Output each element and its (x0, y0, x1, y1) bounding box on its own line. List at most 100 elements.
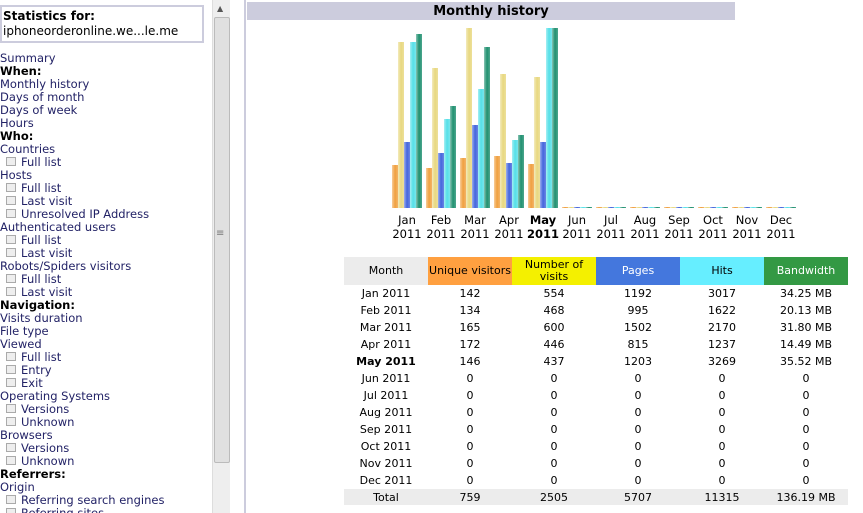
submenu-icon (6, 508, 16, 513)
month-year: 2011 (494, 227, 524, 241)
submenu-icon (6, 274, 16, 283)
bar-bandwidth-jun (586, 207, 592, 208)
cell-h: 0 (718, 423, 726, 436)
table-row: Mar 2011 165 600 1502 2170 31.80 MB (344, 319, 848, 336)
cell-u: 172 (459, 338, 481, 351)
cell-p: 0 (634, 474, 642, 487)
month-label: Jun 2011 (560, 213, 594, 241)
cell-v: 0 (550, 457, 558, 470)
column-header: Hits (680, 257, 764, 285)
sidebar-item-label: Full list (21, 350, 62, 364)
cell-u: 165 (459, 321, 481, 334)
month-name: Oct (703, 213, 723, 227)
cell-p: 0 (634, 457, 642, 470)
table-row: Oct 2011 0 0 0 0 0 (344, 438, 848, 455)
cell-month: Apr 2011 (360, 338, 412, 351)
cell-p: 0 (634, 423, 642, 436)
month-year: 2011 (392, 227, 422, 241)
table-row: Sep 2011 0 0 0 0 0 (344, 421, 848, 438)
table-row: Jan 2011 142 554 1192 3017 34.25 MB (344, 285, 848, 302)
cell-p: 1203 (624, 355, 652, 368)
sidebar-item-label: Unknown (21, 415, 75, 429)
cell-v: 0 (550, 406, 558, 419)
month-name: Dec (769, 213, 793, 227)
bar-bandwidth-sep (688, 207, 694, 208)
month-year: 2011 (766, 227, 796, 241)
month-name: May (529, 213, 557, 227)
month-label: Oct 2011 (696, 213, 730, 241)
cell-h: 0 (718, 474, 726, 487)
sidebar-item-label: Visits duration (0, 311, 83, 325)
column-header: Bandwidth (764, 257, 848, 285)
cell-h: 0 (718, 457, 726, 470)
table-row: Apr 2011 172 446 815 1237 14.49 MB (344, 336, 848, 353)
sidebar-item-label: Operating Systems (0, 389, 111, 403)
sidebar-item-label: Unknown (21, 454, 75, 468)
cell-month: Oct 2011 (360, 440, 412, 453)
cell-bwt: 0 (802, 389, 810, 402)
table-row: Dec 2011 0 0 0 0 0 (344, 472, 848, 489)
table-row: Aug 2011 0 0 0 0 0 (344, 404, 848, 421)
month-name: Apr (499, 213, 519, 227)
cell-p: 995 (627, 304, 649, 317)
cell-p: 1502 (624, 321, 652, 334)
column-header: Month (344, 257, 428, 285)
total-bw: 136.19 MB (764, 489, 848, 505)
bar-bandwidth-aug (654, 207, 660, 208)
sidebar-item-label: Navigation: (0, 298, 75, 312)
sidebar-item-label: Referring sites (21, 506, 105, 513)
cell-v: 600 (543, 321, 565, 334)
cell-bwt: 0 (802, 457, 810, 470)
cell-u: 0 (466, 389, 474, 402)
cell-month: Sep 2011 (359, 423, 413, 436)
month-label: Mar 2011 (458, 213, 492, 241)
table-header-row: Month Unique visitors Number of visits Page… (344, 257, 848, 285)
cell-u: 0 (466, 440, 474, 453)
cell-month: Jun 2011 (361, 372, 411, 385)
bar-bandwidth-jan (416, 34, 422, 208)
cell-bwt: 0 (802, 372, 810, 385)
month-name: Nov (735, 213, 759, 227)
sidebar-item[interactable]: Referring sites (0, 507, 164, 513)
cell-h: 1622 (708, 304, 736, 317)
month-label: Aug 2011 (628, 213, 662, 241)
month-year: 2011 (732, 227, 762, 241)
month-year: 2011 (562, 227, 592, 241)
cell-v: 0 (550, 474, 558, 487)
month-year: 2011 (596, 227, 626, 241)
cell-p: 1192 (624, 287, 652, 300)
bar-bandwidth-apr (518, 135, 524, 208)
total-p: 5707 (596, 489, 680, 505)
table-row: Nov 2011 0 0 0 0 0 (344, 455, 848, 472)
total-u: 759 (428, 489, 512, 505)
sidebar-item-label: Referrers: (0, 467, 66, 481)
cell-v: 554 (543, 287, 565, 300)
sidebar-item-label: Versions (21, 402, 70, 416)
cell-bwt: 0 (802, 406, 810, 419)
cell-h: 0 (718, 372, 726, 385)
cell-h: 0 (718, 389, 726, 402)
sidebar-item-label: Viewed (0, 337, 42, 351)
total-h: 11315 (680, 489, 764, 505)
cell-month: May 2011 (356, 355, 416, 368)
cell-h: 3017 (708, 287, 736, 300)
cell-u: 0 (466, 372, 474, 385)
cell-h: 2170 (708, 321, 736, 334)
month-name: Sep (668, 213, 690, 227)
submenu-icon (6, 404, 16, 413)
month-label: Feb 2011 (424, 213, 458, 241)
bar-bandwidth-nov (756, 207, 762, 208)
bar-bandwidth-oct (722, 207, 728, 208)
cell-bwt: 31.80 MB (779, 321, 833, 334)
month-label: Jul 2011 (594, 213, 628, 241)
bar-bandwidth-mar (484, 47, 490, 208)
column-header: Number of visits (512, 257, 596, 285)
cell-v: 437 (543, 355, 565, 368)
sidebar-item-label: Entry (21, 363, 52, 377)
cell-p: 815 (627, 338, 649, 351)
cell-month: Dec 2011 (359, 474, 413, 487)
month-name: Jan (398, 213, 416, 227)
sidebar-item-label: Versions (21, 441, 70, 455)
submenu-icon (6, 365, 16, 374)
monthly-chart: Jan 2011 Feb 2011 Mar 2011 Apr 2011 May 2011 Jun 20… (0, 0, 863, 250)
